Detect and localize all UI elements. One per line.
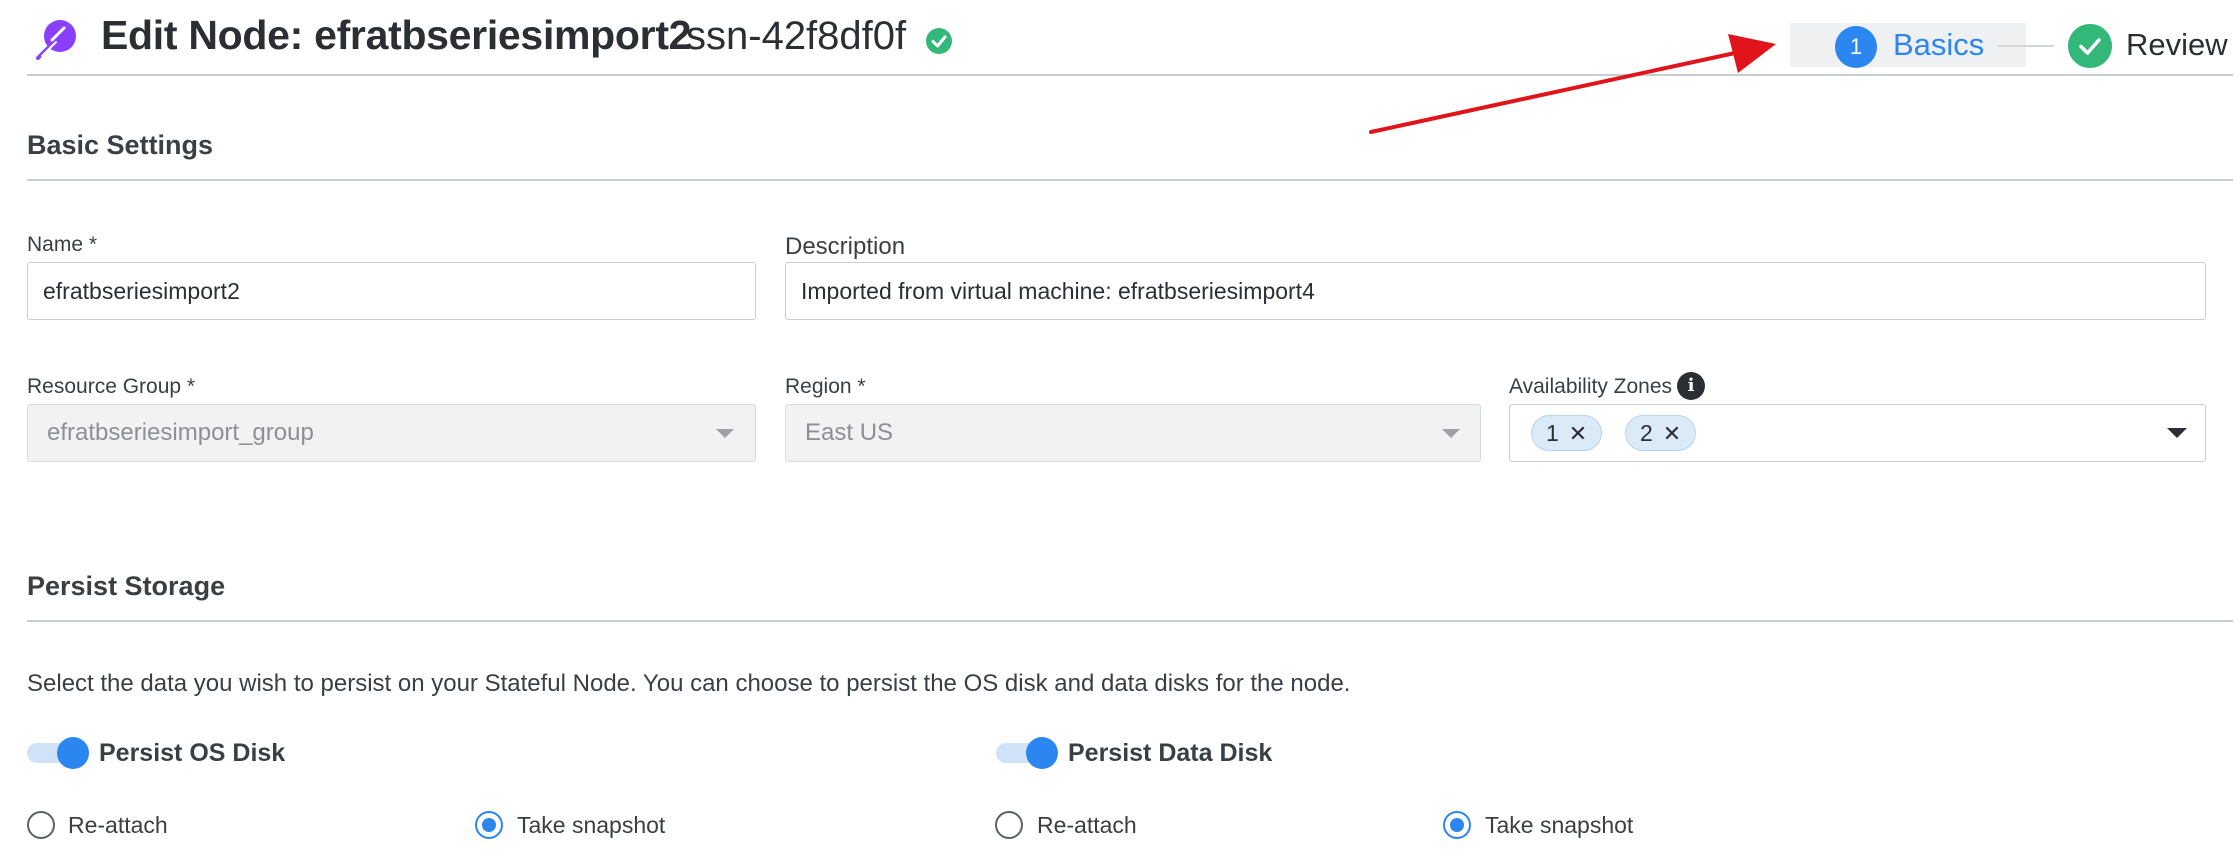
name-label: Name * [27,233,98,256]
basic-settings-title: Basic Settings [27,130,214,160]
page-title: Edit Node: efratbseriesimport2 [101,12,692,58]
os-disk-snapshot-label[interactable]: Take snapshot [517,812,665,839]
zone-chip-label: 1 [1546,420,1559,446]
header-divider [27,74,2233,76]
description-input[interactable]: Imported from virtual machine: efratbser… [785,262,2206,320]
resource-group-label: Resource Group * [27,375,196,398]
node-id: ssn-42f8df0f [686,14,907,58]
availability-zones-label: Availability Zones [1509,375,1673,398]
persist-os-disk-label: Persist OS Disk [99,739,286,767]
step-basics-label[interactable]: Basics [1893,27,1984,63]
step-connector [1998,45,2054,47]
step-complete-icon [2068,24,2112,68]
check-circle-icon [926,28,952,54]
persist-storage-title: Persist Storage [27,571,226,601]
persist-storage-divider [27,620,2233,622]
basic-settings-divider [27,179,2233,181]
remove-chip-icon[interactable]: ✕ [1569,421,1587,446]
toggle-knob [1026,737,1058,769]
persist-data-disk-label: Persist Data Disk [1068,739,1273,767]
toggle-knob [57,737,89,769]
data-disk-reattach-label[interactable]: Re-attach [1037,812,1137,839]
zone-chip: 2 ✕ [1625,415,1697,451]
persist-os-disk-toggle[interactable] [27,737,89,769]
persist-data-disk-toggle[interactable] [996,737,1058,769]
app-logo-icon [36,20,76,60]
region-label: Region * [785,375,866,398]
chevron-down-icon [1442,429,1460,438]
zone-chip-label: 2 [1640,420,1653,446]
os-disk-reattach-label[interactable]: Re-attach [68,812,168,839]
os-disk-reattach-radio[interactable] [27,811,55,839]
description-label: Description [785,233,906,260]
data-disk-snapshot-radio[interactable] [1443,811,1471,839]
step-review-label[interactable]: Review [2126,27,2228,63]
resource-group-select[interactable]: efratbseriesimport_group [27,404,756,462]
info-icon[interactable]: i [1677,372,1705,400]
name-input[interactable]: efratbseriesimport2 [27,262,756,320]
persist-storage-description: Select the data you wish to persist on y… [27,670,1351,697]
edit-node-page: Edit Node: efratbseriesimport2 ssn-42f8d… [0,0,2240,864]
availability-zones-select[interactable]: 1 ✕ 2 ✕ [1509,404,2206,462]
step-number: 1 [1835,26,1877,68]
region-select[interactable]: East US [785,404,1481,462]
chevron-down-icon[interactable] [2167,428,2187,438]
zone-chip: 1 ✕ [1531,415,1603,451]
remove-chip-icon[interactable]: ✕ [1663,421,1681,446]
chevron-down-icon [716,429,734,438]
data-disk-reattach-radio[interactable] [995,811,1023,839]
data-disk-snapshot-label[interactable]: Take snapshot [1485,812,1633,839]
os-disk-snapshot-radio[interactable] [475,811,503,839]
